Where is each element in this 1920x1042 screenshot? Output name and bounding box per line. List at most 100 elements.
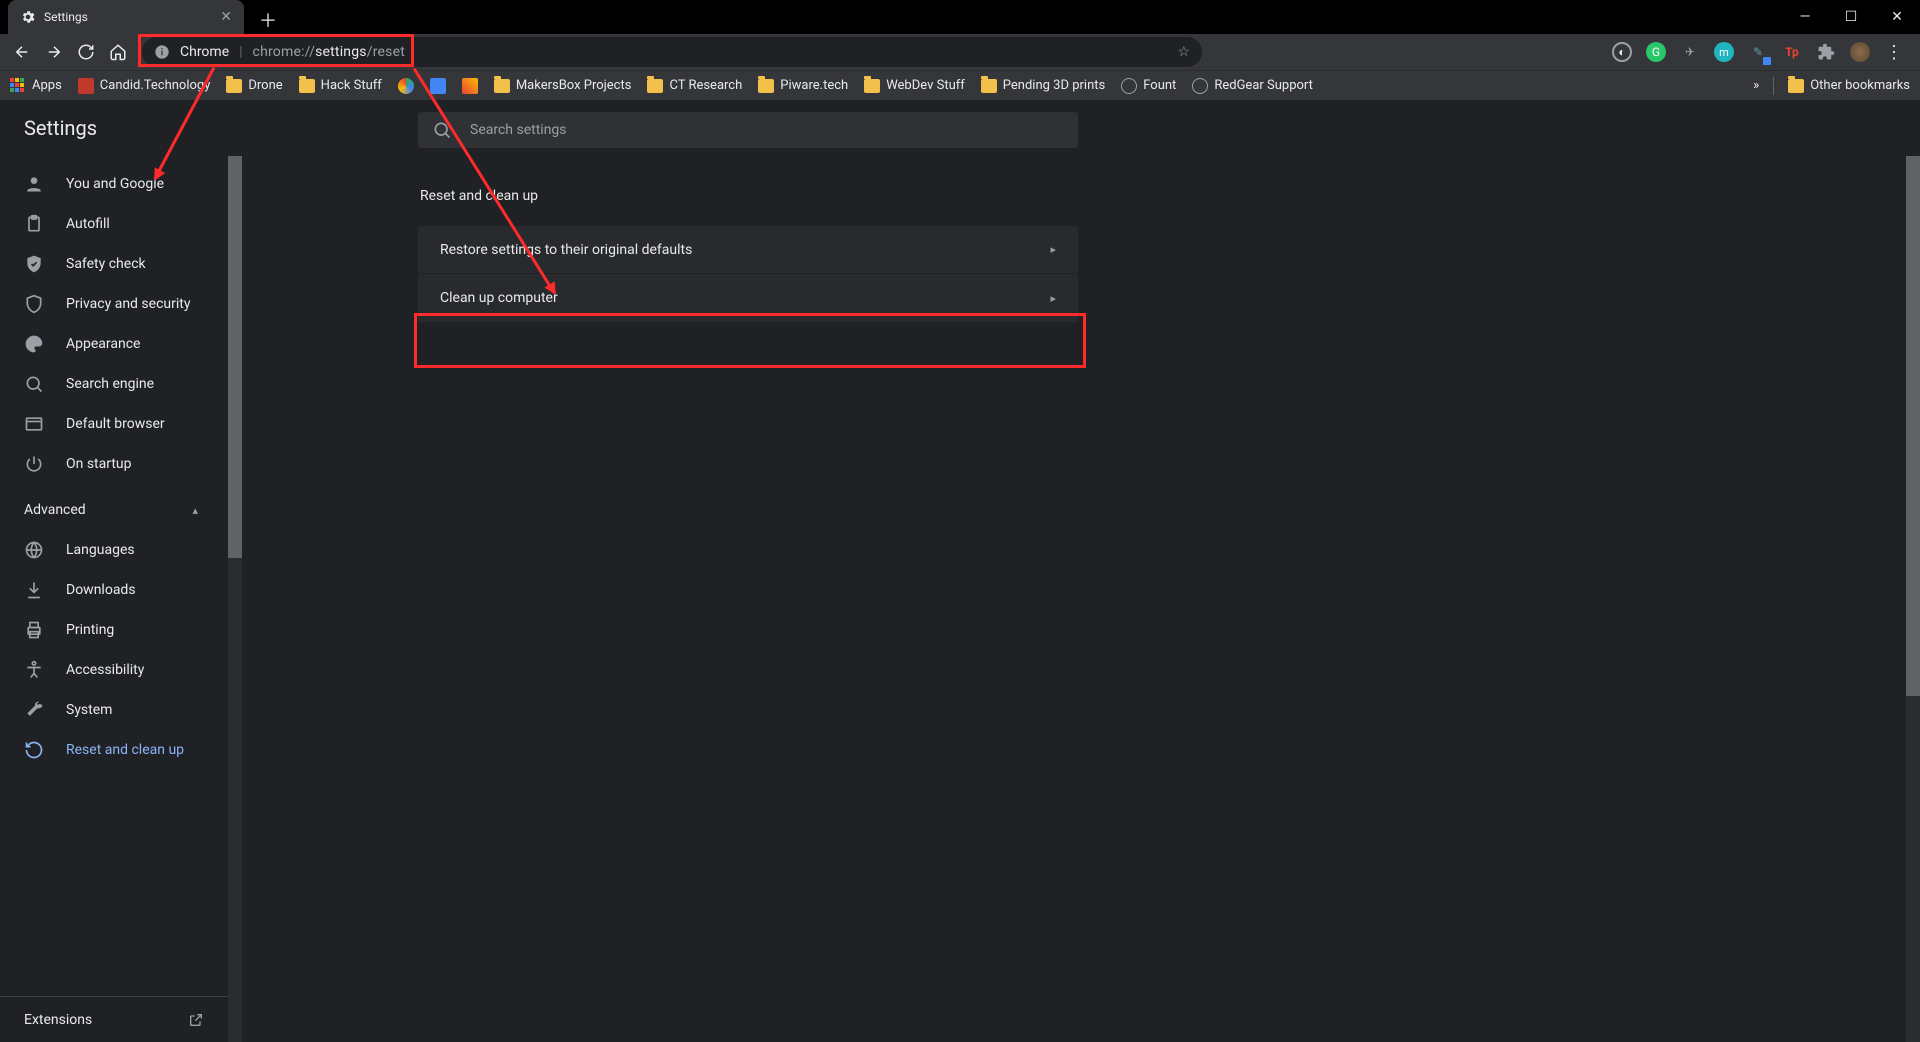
apps-shortcut[interactable]: Apps (10, 78, 62, 94)
wrench-icon (24, 700, 44, 720)
new-tab-button[interactable]: ＋ (254, 6, 282, 34)
sidebar-item-privacy[interactable]: Privacy and security (0, 284, 242, 324)
site-icon (78, 78, 94, 94)
shield-icon (24, 294, 44, 314)
bookmark-fount[interactable]: Fount (1121, 78, 1176, 94)
other-bookmarks[interactable]: Other bookmarks (1788, 78, 1910, 93)
gear-icon (20, 9, 36, 25)
bookmark-unlabeled-2[interactable] (430, 78, 446, 94)
bookmark-redgear[interactable]: RedGear Support (1192, 78, 1313, 94)
folder-icon (226, 79, 242, 93)
bookmarks-bar: Apps Candid.Technology Drone Hack Stuff … (0, 70, 1920, 100)
sidebar-item-downloads[interactable]: Downloads (0, 570, 242, 610)
settings-title: Settings (24, 116, 97, 140)
extensions-puzzle-icon[interactable] (1816, 42, 1836, 62)
extension-icon-5[interactable]: ✎ (1748, 42, 1768, 62)
settings-header: Settings Search settings (0, 100, 1920, 156)
sidebar-extensions-link[interactable]: Extensions (0, 996, 228, 1042)
sidebar-item-system[interactable]: System (0, 690, 242, 730)
tab-strip: Settings ✕ ＋ — ☐ ✕ (0, 0, 1920, 34)
restore-defaults-row[interactable]: Restore settings to their original defau… (418, 226, 1078, 274)
extension-icon-6[interactable]: Tp (1782, 42, 1802, 62)
browser-tab[interactable]: Settings ✕ (8, 0, 244, 34)
clean-up-computer-row[interactable]: Clean up computer ▸ (418, 274, 1078, 322)
bookmark-ctresearch[interactable]: CT Research (647, 78, 742, 93)
home-button[interactable] (104, 38, 132, 66)
forward-button[interactable] (40, 38, 68, 66)
tab-title: Settings (44, 10, 88, 24)
folder-icon (494, 79, 510, 93)
site-icon (462, 78, 478, 94)
bookmark-makersbox[interactable]: MakersBox Projects (494, 78, 632, 93)
profile-avatar[interactable] (1850, 42, 1870, 62)
globe-icon (1192, 78, 1208, 94)
toolbar-actions: ◐ G ✈ m ✎ Tp ⋮ (1612, 42, 1912, 62)
site-icon (430, 78, 446, 94)
site-info-icon[interactable] (154, 44, 170, 60)
sidebar-scrollbar-thumb[interactable] (228, 156, 242, 558)
search-icon (432, 120, 452, 140)
back-button[interactable] (8, 38, 36, 66)
omnibox-divider: | (239, 44, 242, 60)
printer-icon (24, 620, 44, 640)
sidebar-item-safety-check[interactable]: Safety check (0, 244, 242, 284)
omnibox-url: chrome://settings/reset (253, 44, 405, 60)
bookmark-drone[interactable]: Drone (226, 78, 282, 93)
folder-icon (864, 79, 880, 93)
reset-card: Restore settings to their original defau… (418, 226, 1078, 322)
window-controls: — ☐ ✕ (1782, 0, 1920, 34)
bookmark-star-icon[interactable]: ☆ (1177, 44, 1190, 60)
extension-icon-2[interactable]: G (1646, 42, 1666, 62)
bookmark-webdev[interactable]: WebDev Stuff (864, 78, 965, 93)
chrome-menu-button[interactable]: ⋮ (1884, 42, 1904, 62)
sidebar-item-appearance[interactable]: Appearance (0, 324, 242, 364)
extension-icon-3[interactable]: ✈ (1680, 42, 1700, 62)
settings-page: Settings Search settings You and Google … (0, 100, 1920, 1042)
folder-icon (1788, 79, 1804, 93)
address-bar[interactable]: Chrome | chrome://settings/reset ☆ (142, 37, 1202, 67)
bookmarks-overflow[interactable]: » (1753, 78, 1759, 93)
extension-icon-4[interactable]: m (1714, 42, 1734, 62)
omnibox-chip: Chrome (180, 44, 229, 60)
globe-icon (24, 540, 44, 560)
shield-check-icon (24, 254, 44, 274)
sidebar-item-reset[interactable]: Reset and clean up (0, 730, 242, 770)
extension-icon-1[interactable]: ◐ (1612, 42, 1632, 62)
toolbar: Chrome | chrome://settings/reset ☆ ◐ G ✈… (0, 34, 1920, 70)
main-scrollbar-thumb[interactable] (1906, 156, 1920, 696)
sidebar-item-on-startup[interactable]: On startup (0, 444, 242, 484)
sidebar-item-printing[interactable]: Printing (0, 610, 242, 650)
sidebar-item-accessibility[interactable]: Accessibility (0, 650, 242, 690)
bookmark-piware[interactable]: Piware.tech (758, 78, 848, 93)
sidebar-item-languages[interactable]: Languages (0, 530, 242, 570)
close-window-button[interactable]: ✕ (1874, 0, 1920, 34)
maximize-button[interactable]: ☐ (1828, 0, 1874, 34)
sidebar-item-default-browser[interactable]: Default browser (0, 404, 242, 444)
bookmark-candid[interactable]: Candid.Technology (78, 78, 211, 94)
globe-icon (1121, 78, 1137, 94)
reset-icon (24, 740, 44, 760)
browser-icon (24, 414, 44, 434)
accessibility-icon (24, 660, 44, 680)
chevron-right-icon: ▸ (1050, 292, 1056, 305)
sidebar-item-autofill[interactable]: Autofill (0, 204, 242, 244)
bookmarks-divider (1773, 77, 1774, 95)
sidebar-item-you-and-google[interactable]: You and Google (0, 164, 242, 204)
bookmark-unlabeled-3[interactable] (462, 78, 478, 94)
search-settings-input[interactable]: Search settings (418, 112, 1078, 148)
bookmark-unlabeled-1[interactable] (398, 78, 414, 94)
chevron-right-icon: ▸ (1050, 243, 1056, 256)
folder-icon (647, 79, 663, 93)
close-icon[interactable]: ✕ (220, 9, 232, 25)
bookmark-hackstuff[interactable]: Hack Stuff (299, 78, 382, 93)
minimize-button[interactable]: — (1782, 0, 1828, 34)
section-heading: Reset and clean up (418, 188, 1920, 204)
person-icon (24, 174, 44, 194)
folder-icon (981, 79, 997, 93)
folder-icon (758, 79, 774, 93)
sidebar-item-search-engine[interactable]: Search engine (0, 364, 242, 404)
bookmark-pending3d[interactable]: Pending 3D prints (981, 78, 1105, 93)
download-icon (24, 580, 44, 600)
reload-button[interactable] (72, 38, 100, 66)
sidebar-advanced-toggle[interactable]: Advanced ▴ (0, 490, 242, 530)
